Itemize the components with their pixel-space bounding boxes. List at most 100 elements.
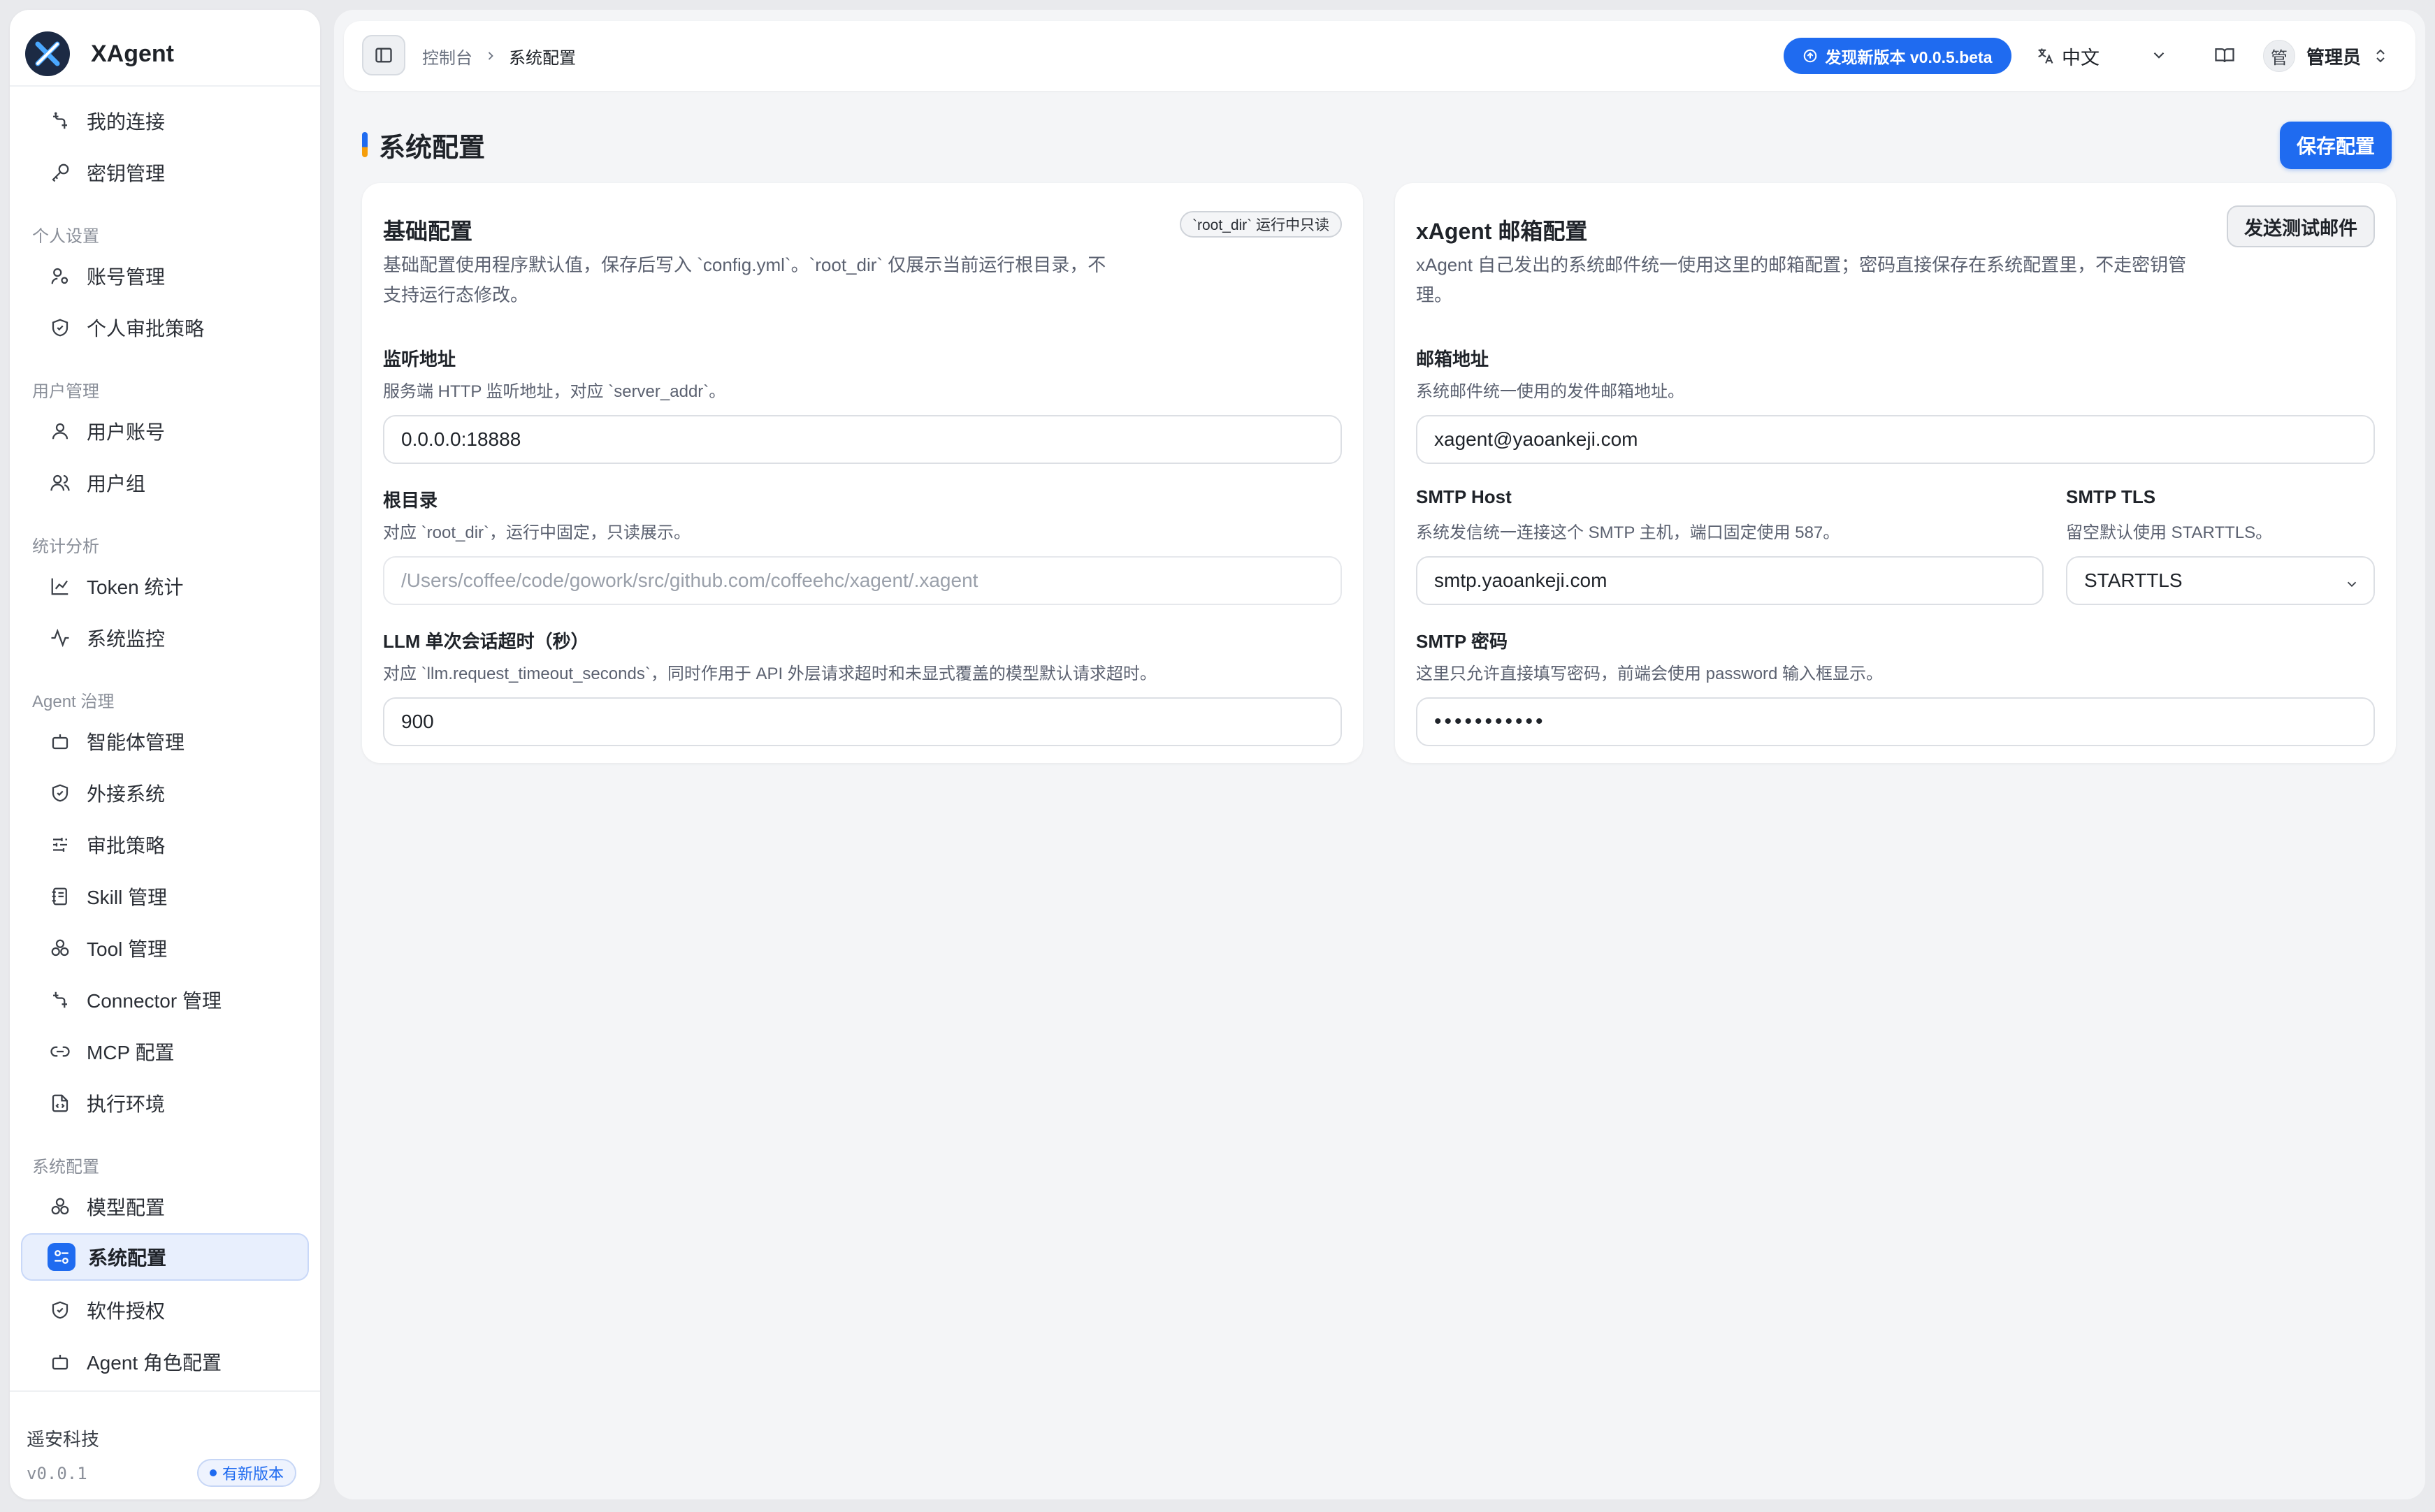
sidebar-item-mcp-config[interactable]: MCP 配置 bbox=[21, 1028, 309, 1075]
new-version-label: 有新版本 bbox=[222, 1465, 284, 1483]
update-label: 发现新版本 v0.0.5.beta bbox=[1825, 48, 1993, 66]
connection-icon bbox=[46, 986, 74, 1014]
sidebar-item-label: 用户账号 bbox=[87, 421, 166, 443]
smtp-password-label: SMTP 密码 bbox=[1416, 631, 1508, 652]
mail-config-card: xAgent 邮箱配置 发送测试邮件 xAgent 自己发出的系统邮件统一使用这… bbox=[1395, 183, 2396, 763]
sidebar-item-tool-management[interactable]: Tool 管理 bbox=[21, 924, 309, 972]
sidebar-toggle-button[interactable] bbox=[362, 35, 405, 75]
smtp-tls-select[interactable]: STARTTLS bbox=[2066, 556, 2375, 605]
email-field[interactable]: xagent@yaoankeji.com bbox=[1416, 415, 2375, 464]
sidebar-item-label: 执行环境 bbox=[87, 1093, 166, 1115]
activity-icon bbox=[46, 624, 74, 652]
user-icon bbox=[46, 417, 74, 445]
sidebar-item-label: 账号管理 bbox=[87, 266, 166, 288]
sidebar-item-skill-management[interactable]: Skill 管理 bbox=[21, 873, 309, 920]
shield-icon bbox=[46, 314, 74, 342]
update-available-button[interactable]: 发现新版本 v0.0.5.beta bbox=[1784, 38, 2011, 74]
connection-icon bbox=[46, 107, 74, 135]
bot-icon bbox=[46, 1348, 74, 1376]
smtp-password-input[interactable]: ••••••••••• bbox=[1416, 697, 2375, 746]
card-description: xAgent 自己发出的系统邮件统一使用这里的邮箱配置；密码直接保存在系统配置里… bbox=[1416, 254, 2187, 305]
main-content: 控制台 系统配置 发现新版本 v0.0.5.beta 中文 管 管理员 系统配置… bbox=[334, 10, 2425, 1499]
link-icon bbox=[46, 1038, 74, 1066]
status-dot-icon bbox=[210, 1469, 217, 1476]
sidebar-item-my-connections[interactable]: 我的连接 bbox=[21, 97, 309, 145]
smtp-tls-help: 留空默认使用 STARTTLS。 bbox=[2066, 523, 2273, 542]
sidebar-item-label: 智能体管理 bbox=[87, 732, 185, 753]
sidebar-item-system-monitor[interactable]: 系统监控 bbox=[21, 614, 309, 662]
sidebar-item-personal-approval[interactable]: 个人审批策略 bbox=[21, 304, 309, 351]
sidebar-item-key-management[interactable]: 密钥管理 bbox=[21, 149, 309, 196]
email-label: 邮箱地址 bbox=[1416, 349, 1489, 370]
sidebar-item-label: MCP 配置 bbox=[87, 1042, 175, 1063]
brand[interactable]: XAgent bbox=[25, 31, 174, 77]
smtp-host-label: SMTP Host bbox=[1416, 486, 1512, 507]
language-label: 中文 bbox=[2062, 47, 2100, 68]
user-menu[interactable]: 管 管理员 bbox=[2263, 34, 2389, 78]
sidebar-item-user-accounts[interactable]: 用户账号 bbox=[21, 407, 309, 455]
new-version-badge[interactable]: 有新版本 bbox=[197, 1459, 297, 1487]
sidebar-item-execution-env[interactable]: 执行环境 bbox=[21, 1080, 309, 1127]
divider bbox=[10, 1390, 320, 1392]
email-help: 系统邮件统一使用的发件邮箱地址。 bbox=[1416, 382, 1684, 401]
language-select[interactable]: 中文 bbox=[2035, 21, 2100, 91]
sidebar-item-label: 系统监控 bbox=[87, 628, 166, 650]
sidebar-item-label: 外接系统 bbox=[87, 783, 166, 805]
translate-icon bbox=[2035, 46, 2055, 66]
line-chart-icon bbox=[46, 572, 74, 600]
xagent-logo-icon bbox=[25, 31, 70, 76]
sidebar-item-label: Token 统计 bbox=[87, 576, 184, 598]
sliders-icon bbox=[46, 831, 74, 859]
shield-icon bbox=[46, 779, 74, 807]
user-cog-icon bbox=[46, 262, 74, 290]
sidebar-item-approval-policy[interactable]: 审批策略 bbox=[21, 821, 309, 868]
sidebar-item-label: Agent 角色配置 bbox=[87, 1352, 222, 1374]
chevron-down-icon[interactable] bbox=[2150, 46, 2168, 68]
topbar: 控制台 系统配置 发现新版本 v0.0.5.beta 中文 管 管理员 bbox=[344, 21, 2415, 91]
send-test-email-button[interactable]: 发送测试邮件 bbox=[2227, 205, 2375, 247]
smtp-tls-label: SMTP TLS bbox=[2066, 486, 2156, 507]
listen-address-input[interactable]: 0.0.0.0:18888 bbox=[383, 415, 1342, 464]
sidebar-item-token-stats[interactable]: Token 统计 bbox=[21, 562, 309, 610]
chevron-down-icon bbox=[2344, 574, 2360, 597]
sidebar-item-external-systems[interactable]: 外接系统 bbox=[21, 769, 309, 817]
llm-timeout-input[interactable]: 900 bbox=[383, 697, 1342, 746]
root-dir-label: 根目录 bbox=[383, 490, 438, 511]
app-version: v0.0.1 bbox=[27, 1464, 87, 1483]
sidebar-item-agent-roles[interactable]: Agent 角色配置 bbox=[21, 1338, 309, 1386]
book-open-icon[interactable] bbox=[2214, 45, 2235, 69]
breadcrumb-parent[interactable]: 控制台 bbox=[422, 21, 472, 91]
section-title: 用户管理 bbox=[32, 382, 99, 401]
section-title: 统计分析 bbox=[32, 537, 99, 556]
section-title: Agent 治理 bbox=[32, 692, 115, 711]
settings-sliders-icon bbox=[48, 1243, 75, 1271]
llm-timeout-help: 对应 `llm.request_timeout_seconds`，同时作用于 A… bbox=[383, 664, 1157, 683]
sidebar-item-system-config[interactable]: 系统配置 bbox=[21, 1233, 309, 1281]
boxes-icon bbox=[46, 1193, 74, 1221]
card-title: 基础配置 bbox=[383, 219, 473, 244]
sidebar-item-label: Connector 管理 bbox=[87, 990, 222, 1012]
sidebar-item-agent-management[interactable]: 智能体管理 bbox=[21, 718, 309, 765]
notebook-icon bbox=[46, 882, 74, 910]
listen-address-label: 监听地址 bbox=[383, 349, 456, 370]
title-accent-icon bbox=[362, 132, 368, 157]
bot-icon bbox=[46, 727, 74, 755]
chevron-right-icon bbox=[484, 21, 498, 91]
sidebar-item-connector-management[interactable]: Connector 管理 bbox=[21, 976, 309, 1024]
sidebar-item-label: 系统配置 bbox=[88, 1247, 167, 1269]
page-title: 系统配置 bbox=[379, 133, 486, 163]
breadcrumb-current: 系统配置 bbox=[509, 48, 576, 68]
key-icon bbox=[46, 159, 74, 187]
sidebar-item-license[interactable]: 软件授权 bbox=[21, 1286, 309, 1334]
smtp-host-input[interactable]: smtp.yaoankeji.com bbox=[1416, 556, 2044, 605]
sidebar-item-account[interactable]: 账号管理 bbox=[21, 252, 309, 300]
sidebar-item-user-groups[interactable]: 用户组 bbox=[21, 459, 309, 507]
save-config-button[interactable]: 保存配置 bbox=[2280, 122, 2392, 169]
circle-arrow-up-icon bbox=[1802, 48, 1818, 64]
root-dir-help: 对应 `root_dir`，运行中固定，只读展示。 bbox=[383, 523, 691, 542]
listen-address-help: 服务端 HTTP 监听地址，对应 `server_addr`。 bbox=[383, 382, 726, 401]
file-code-icon bbox=[46, 1089, 74, 1117]
sidebar-item-model-config[interactable]: 模型配置 bbox=[21, 1183, 309, 1230]
user-name: 管理员 bbox=[2306, 46, 2362, 68]
avatar: 管 bbox=[2263, 40, 2295, 72]
